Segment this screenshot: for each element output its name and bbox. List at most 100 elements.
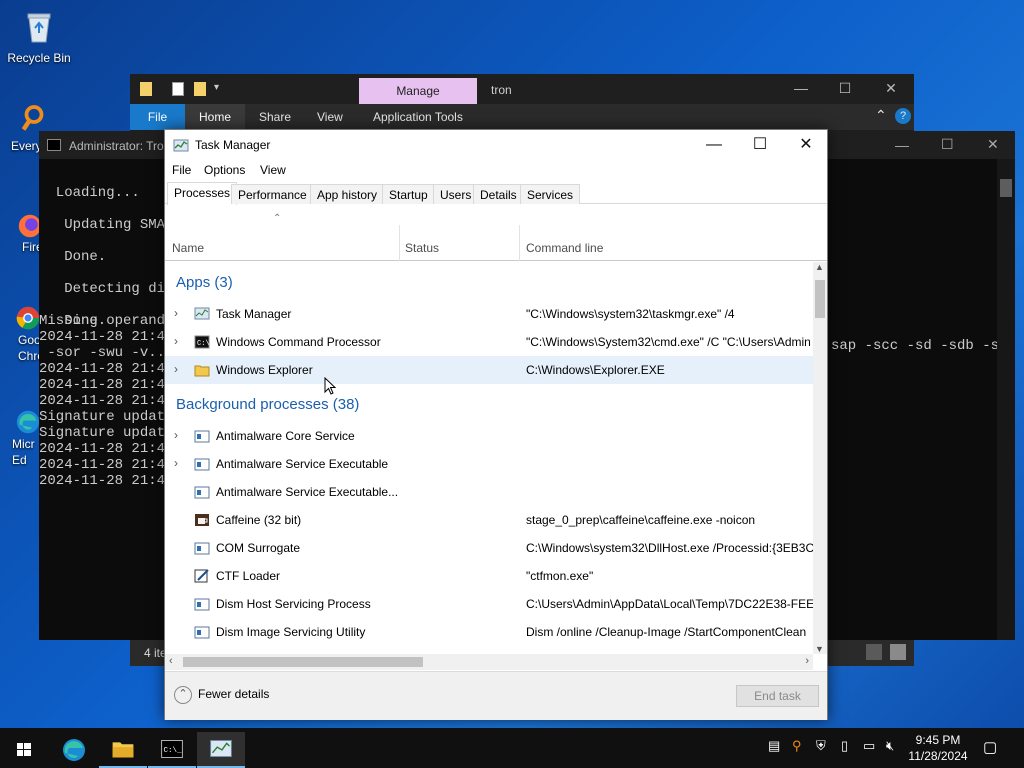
cmd-output-line: 2024-11-28 21:44 [39,377,174,393]
desktop-icon-edge[interactable]: Micr Ed [2,408,42,468]
table-row[interactable]: Antimalware Service Executable... [165,478,813,506]
tab-performance[interactable]: Performance [231,184,314,204]
taskbar-clock[interactable]: 9:45 PM 11/28/2024 [902,732,974,764]
expand-chevron-icon[interactable]: › [174,428,184,442]
minimize-button[interactable]: — [895,137,909,153]
edge-icon[interactable] [50,732,98,768]
task-manager-window[interactable]: Task Manager — ☐ ✕ File Options View Pro… [164,129,828,720]
tab-users[interactable]: Users [433,184,479,204]
svg-text:C:\_: C:\_ [164,747,183,755]
details-view-icon[interactable] [866,644,882,660]
desktop-icon-everything[interactable]: Every [2,104,44,153]
ribbon-tab-application-tools[interactable]: Application Tools [373,110,463,124]
notifications-icon[interactable]: ▢ [983,738,997,756]
desktop-icon-firefox[interactable]: Fire [2,212,43,254]
scroll-thumb[interactable] [1000,179,1012,197]
table-row[interactable]: › Windows Explorer C:\Windows\Explorer.E… [165,356,813,384]
maximize-button[interactable]: ☐ [830,80,860,97]
minimize-button[interactable]: — [786,80,816,96]
expand-chevron-icon[interactable]: › [174,456,184,470]
process-name: Caffeine (32 bit) [216,513,302,527]
column-separator[interactable] [519,225,520,261]
fewer-details-button[interactable]: ⌃ Fewer details [174,686,269,704]
scroll-up-icon[interactable]: ▲ [815,262,824,272]
chevron-up-icon[interactable]: ⌃ [875,107,887,124]
coffee-cup-icon [195,514,209,526]
scroll-thumb[interactable] [183,657,423,667]
menu-options[interactable]: Options [204,163,245,177]
tm-title: Task Manager [195,138,271,152]
new-folder-icon[interactable] [194,82,206,96]
menu-view[interactable]: View [260,163,286,177]
edge-icon [16,410,40,434]
expand-chevron-icon[interactable]: › [174,362,184,376]
tray-volume-muted-icon[interactable]: 🔇︎ [886,738,894,754]
tab-app-history[interactable]: App history [310,184,385,204]
tab-processes[interactable]: Processes [167,182,238,205]
ribbon-tab-share[interactable]: Share [259,110,291,124]
large-icons-view-icon[interactable] [890,644,906,660]
sort-ascending-icon[interactable]: ⌃ [273,213,281,224]
customize-dropdown-icon[interactable]: ▾ [214,82,219,93]
task-manager-icon[interactable] [197,732,245,768]
table-row[interactable]: Dism Host Servicing Process C:\Users\Adm… [165,590,813,618]
cmd-scrollbar[interactable] [997,159,1015,640]
process-list[interactable]: Apps (3) › Task Manager "C:\Windows\syst… [165,262,813,654]
table-row[interactable]: Dism Image Servicing Utility Dism /onlin… [165,618,813,646]
ribbon-tab-file[interactable]: File [130,104,185,130]
close-button[interactable]: ✕ [783,134,829,158]
menu-file[interactable]: File [172,163,191,177]
scroll-down-icon[interactable]: ▼ [815,644,824,654]
quick-access-folder-icon[interactable] [140,82,152,96]
tray-search-icon[interactable]: ⚲ [792,738,802,754]
table-row[interactable]: Caffeine (32 bit) stage_0_prep\caffeine\… [165,506,813,534]
cmd-output-line: Signature update [39,409,174,425]
horizontal-scrollbar[interactable]: ‹ › [165,654,813,670]
tm-titlebar[interactable]: Task Manager — ☐ ✕ [165,130,827,160]
column-separator[interactable] [399,225,400,261]
maximize-button[interactable]: ☐ [737,134,783,158]
tray-app-icon[interactable]: ▤ [768,738,780,754]
explorer-titlebar[interactable]: ▾ Manage tron — ☐ ✕ [130,74,914,104]
process-name: Antimalware Service Executable [216,457,389,471]
minimize-button[interactable]: — [691,134,737,158]
ribbon-tab-home[interactable]: Home [185,104,245,130]
expand-chevron-icon[interactable]: › [174,306,184,320]
tray-shield-icon[interactable]: ⛨ [816,738,826,754]
process-command-line: "C:\Windows\System32\cmd.exe" /C "C:\Use… [526,335,811,349]
tray-network-icon[interactable]: ▭ [863,738,875,754]
close-button[interactable]: ✕ [987,136,999,153]
table-row[interactable]: › C:\ Windows Command Processor "C:\Wind… [165,328,813,356]
ribbon-tab-view[interactable]: View [317,110,343,124]
desktop-icon-recycle-bin[interactable]: Recycle Bin [2,6,76,65]
help-icon[interactable]: ? [895,108,911,124]
table-row[interactable]: › Task Manager "C:\Windows\system32\task… [165,300,813,328]
column-status[interactable]: Status [405,241,439,255]
end-task-button[interactable]: End task [736,685,819,707]
scroll-left-icon[interactable]: ‹ [169,655,173,667]
scroll-right-icon[interactable]: › [805,655,809,667]
maximize-button[interactable]: ☐ [941,136,954,153]
vertical-scrollbar[interactable]: ▲ ▼ [813,262,827,654]
desktop-icon-chrome[interactable]: Goo Chro [2,304,44,364]
column-name[interactable]: Name [172,241,204,255]
table-row[interactable]: › Antimalware Core Service [165,422,813,450]
table-row[interactable]: › Antimalware Service Executable [165,450,813,478]
tab-services[interactable]: Services [520,184,581,204]
properties-check-icon[interactable] [172,82,184,96]
manage-context-tab[interactable]: Manage [359,78,477,104]
tray-usb-icon[interactable]: ▯ [841,738,848,754]
column-command-line[interactable]: Command line [526,241,603,255]
table-row[interactable]: COM Surrogate C:\Windows\system32\DllHos… [165,534,813,562]
start-windows-icon[interactable] [0,732,48,768]
tab-startup[interactable]: Startup [382,184,435,204]
file-explorer-icon[interactable] [99,732,147,768]
table-row[interactable]: CTF Loader "ctfmon.exe" [165,562,813,590]
scroll-thumb[interactable] [815,280,825,318]
cmd-icon[interactable]: C:\_ [148,732,196,768]
expand-chevron-icon[interactable]: › [174,334,184,348]
close-button[interactable]: ✕ [876,80,906,97]
cmd-title: Administrator: Tro [69,139,164,153]
process-command-line: "ctfmon.exe" [526,569,594,583]
tab-details[interactable]: Details [473,184,524,204]
